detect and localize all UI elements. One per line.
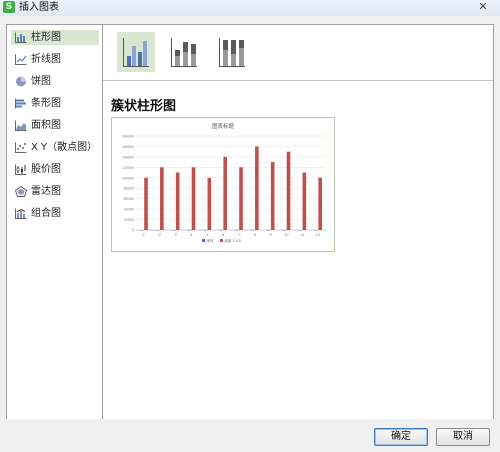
bar-series2 [302,172,307,230]
sidebar-item-label: 雷达图 [31,186,61,197]
chart-type-sidebar: 柱形图 折线图 饼图 条形图 面积图 X Y（散点图） 股价图 雷达图 组合图 [7,25,103,420]
legend-label-series2: 品鉴 1.0.0 [225,238,242,243]
scatter-chart-icon [15,142,27,153]
title-bar: S 插入图表 ✕ [0,0,500,16]
bar-series2 [207,177,212,230]
bar-series2 [144,177,148,230]
y-tick-label: 120000 [122,166,134,170]
preview-chart: 图表标题 0 20000 40000 60000 80000 100000 120000 140… [122,122,326,243]
chart-title: 图表标题 [212,122,235,130]
x-tick-label: 5 [206,233,208,237]
close-icon[interactable]: ✕ [470,0,496,14]
area-chart-icon [15,120,27,131]
ok-button[interactable]: 确定 [374,428,428,446]
sidebar-item-label: 股价图 [31,164,61,175]
column-chart-icon [15,32,27,43]
y-tick-label: 40000 [124,208,134,212]
sidebar-item-label: 饼图 [31,76,51,87]
combo-chart-icon [15,208,27,219]
y-tick-label: 0 [132,229,134,233]
chart-type-heading: 簇状柱形图 [111,99,177,114]
chart-subtype-row [103,25,493,81]
chart-main-panel: 簇状柱形图 图表标题 0 20000 40000 60000 80000 100000 120… [103,25,493,420]
sidebar-item-area[interactable]: 面积图 [11,118,99,133]
y-tick-label: 80000 [124,187,134,191]
radar-chart-icon [15,186,27,197]
sidebar-item-stock[interactable]: 股价图 [11,162,99,177]
subtype-percent-stacked-column[interactable] [213,32,251,72]
x-tick-label: 12 [316,233,321,237]
bar-series2 [255,146,259,230]
dialog-footer: 确定 取消 [0,419,500,452]
x-tick-label: 1 [143,233,145,237]
bar-series2 [318,177,322,230]
line-chart-icon [15,54,27,65]
sidebar-item-line[interactable]: 折线图 [11,52,99,67]
sidebar-item-label: 条形图 [31,98,61,109]
sidebar-item-scatter[interactable]: X Y（散点图） [11,140,99,155]
x-tick-label: 7 [238,233,240,237]
bar-series2 [239,167,243,230]
y-tick-label: 160000 [122,145,134,149]
cancel-button[interactable]: 取消 [436,428,490,446]
x-tick-label: 8 [254,233,257,237]
stock-chart-icon [15,164,27,175]
sidebar-item-label: 面积图 [31,120,61,131]
bar-series2 [175,172,180,230]
chart-preview: 图表标题 0 20000 40000 60000 80000 100000 120000 140… [111,117,335,252]
x-tick-label: 2 [159,233,161,237]
sidebar-item-label: 柱形图 [31,32,61,43]
sidebar-item-pie[interactable]: 饼图 [11,74,99,89]
legend-swatch-series2 [220,239,223,242]
x-tick-label: 6 [222,233,225,237]
sidebar-item-bar[interactable]: 条形图 [11,96,99,111]
sidebar-item-label: 组合图 [31,208,61,219]
y-tick-label: 60000 [124,197,134,201]
clustered-column-icon [123,38,149,67]
x-tick-label: 11 [300,233,305,237]
dialog-title: 插入图表 [19,2,59,13]
x-tick-label: 3 [174,233,176,237]
dialog-body: 柱形图 折线图 饼图 条形图 面积图 X Y（散点图） 股价图 雷达图 组合图 … [6,24,494,421]
insert-chart-dialog: S 插入图表 ✕ 柱形图 折线图 饼图 条形图 面积图 X Y（散点图） 股价图… [0,0,500,452]
bar-series2 [191,167,196,230]
y-tick-label: 180000 [122,135,134,139]
sidebar-item-label: 折线图 [31,54,61,65]
x-tick-label: 4 [190,233,193,237]
bar-series2 [286,151,291,230]
pie-chart-icon [16,76,26,87]
sidebar-item-radar[interactable]: 雷达图 [11,184,99,199]
bar-chart-icon [15,98,26,109]
x-tick-label: 10 [284,233,289,237]
subtype-clustered-column[interactable] [117,32,155,72]
y-tick-label: 140000 [122,155,134,159]
sidebar-item-column[interactable]: 柱形图 [11,30,99,45]
bar-series2 [160,167,164,230]
sidebar-item-label: X Y（散点图） [31,142,98,153]
wps-app-icon: S [3,1,15,13]
bar-series2 [223,156,227,230]
y-tick-label: 100000 [122,176,134,180]
subtype-stacked-column[interactable] [165,32,203,72]
legend-swatch-series1 [202,239,205,242]
bar-series2 [270,162,275,230]
legend-label-series1: 序列 [207,238,214,243]
stacked-column-icon [171,38,197,67]
x-tick-label: 9 [269,233,272,237]
y-tick-label: 20000 [124,218,134,222]
percent-stacked-column-icon [219,38,245,67]
sidebar-item-combo[interactable]: 组合图 [11,206,99,221]
